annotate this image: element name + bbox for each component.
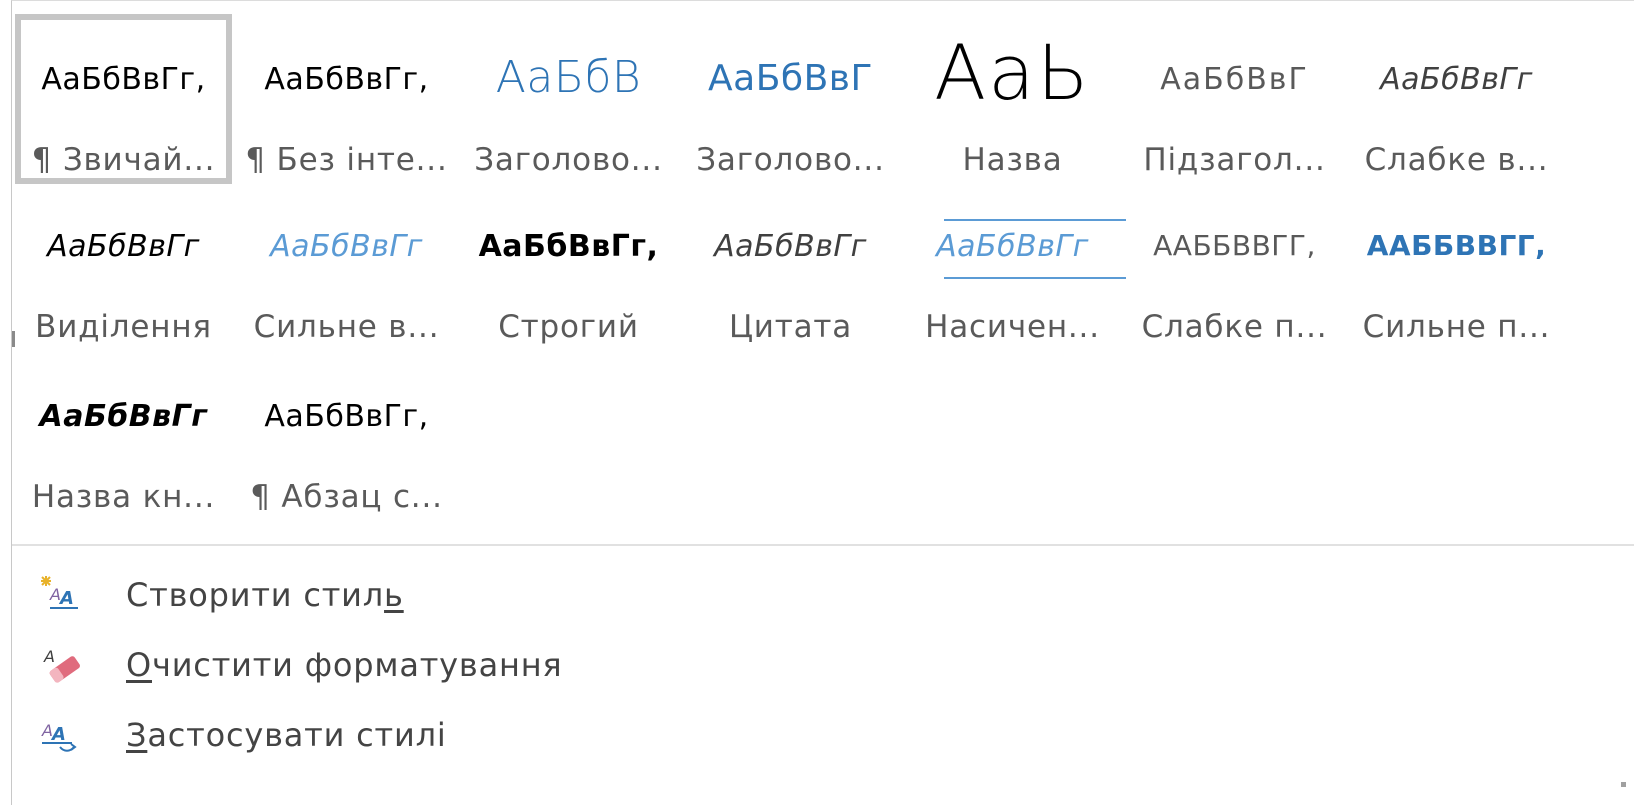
svg-text:A: A [50,724,66,745]
style-name: Підзагол... [1143,142,1326,178]
style-name: Строгий [498,309,639,345]
style-subtle-emphasis[interactable]: АаБбВвГг Слабке в... [1348,14,1565,184]
menu-separator [12,544,1634,546]
clear-formatting-label: Очистити форматування [126,646,563,684]
quote-top-rule [944,219,1126,221]
style-preview: АаБбВвГг [39,399,208,434]
style-book-title[interactable]: АаБбВвГг Назва кн... [15,351,232,521]
style-name: Цитата [728,309,853,345]
eraser-icon: A [38,644,80,684]
style-preview: АаБбВ [495,52,642,103]
style-name: Насичен... [925,309,1100,345]
styles-dropdown-panel: АаБбВвГг, ¶ Звичай... АаБбВвГг, ¶ Без ін… [11,0,1634,805]
style-list-paragraph[interactable]: АаБбВвГг, ¶ Абзац с... [238,351,455,521]
style-preview: АаБбВвГг [270,229,423,264]
style-preview: АаБбВвГг [47,229,200,264]
style-heading-1[interactable]: АаБбВ Заголово... [460,14,677,184]
style-subtitle[interactable]: АаБбВвГ Підзагол... [1126,14,1343,184]
style-strong[interactable]: АаБбВвГг, Строгий [460,181,677,351]
style-preview: АаБбВвГг, [478,229,659,264]
create-style-label: Створити стиль [126,576,404,614]
apply-styles-menu-item[interactable]: A A Застосувати стилі [26,704,726,764]
style-preview: АаБбВвГг [714,229,867,264]
style-preview: АаБбВвГг, [264,399,429,434]
style-subtle-reference[interactable]: ААБбВвГг, Слабке п... [1126,181,1343,351]
svg-text:A: A [58,588,74,609]
style-name: Сильне п... [1362,309,1551,345]
style-preview: АаБбВвГг [936,229,1089,264]
svg-text:A: A [43,647,55,666]
style-preview: АаБбВвГг [1380,62,1533,97]
style-name: Слабке п... [1141,309,1328,345]
style-name: Виділення [35,309,212,345]
style-name: Назва [962,142,1063,178]
clear-formatting-menu-item[interactable]: A Очистити форматування [26,634,726,694]
resize-grip[interactable] [1621,782,1626,787]
new-style-icon: A A [38,574,80,614]
quote-bottom-rule [944,277,1126,279]
style-emphasis[interactable]: АаБбВвГг Виділення [15,181,232,351]
style-name: Сильне в... [253,309,440,345]
style-intense-quote[interactable]: АаБбВвГг Насичен... [904,181,1126,351]
style-preview: АаБбВвГ [1160,62,1309,97]
style-quote[interactable]: АаБбВвГг Цитата [682,181,899,351]
style-name: ¶ Без інте... [245,142,448,178]
style-preview: АаБбВвГг, [41,62,206,97]
style-name: ¶ Звичай... [31,142,216,178]
style-name: Назва кн... [31,479,216,515]
apply-styles-icon: A A [38,714,80,754]
style-name: ¶ Абзац с... [250,479,443,515]
style-no-spacing[interactable]: АаБбВвГг, ¶ Без інте... [238,14,455,184]
style-heading-2[interactable]: АаБбВвГ Заголово... [682,14,899,184]
style-preview: АаБбВвГг, [264,62,429,97]
style-title[interactable]: АаЬ Назва [904,14,1121,184]
style-name: Заголово... [474,142,663,178]
style-intense-emphasis[interactable]: АаБбВвГг Сильне в... [238,181,455,351]
style-name: Заголово... [696,142,885,178]
style-preview: АаБбВвГ [708,58,873,99]
create-style-menu-item[interactable]: A A Створити стиль [26,564,726,624]
style-intense-reference[interactable]: ААБбВвГг, Сильне п... [1348,181,1565,351]
apply-styles-label: Застосувати стилі [126,716,447,754]
style-preview: ААБбВвГг, [1153,229,1316,262]
style-preview: ААБбВвГг, [1366,229,1547,262]
style-name: Слабке в... [1364,142,1549,178]
style-preview: АаЬ [934,28,1091,117]
style-normal[interactable]: АаБбВвГг, ¶ Звичай... [15,14,232,184]
